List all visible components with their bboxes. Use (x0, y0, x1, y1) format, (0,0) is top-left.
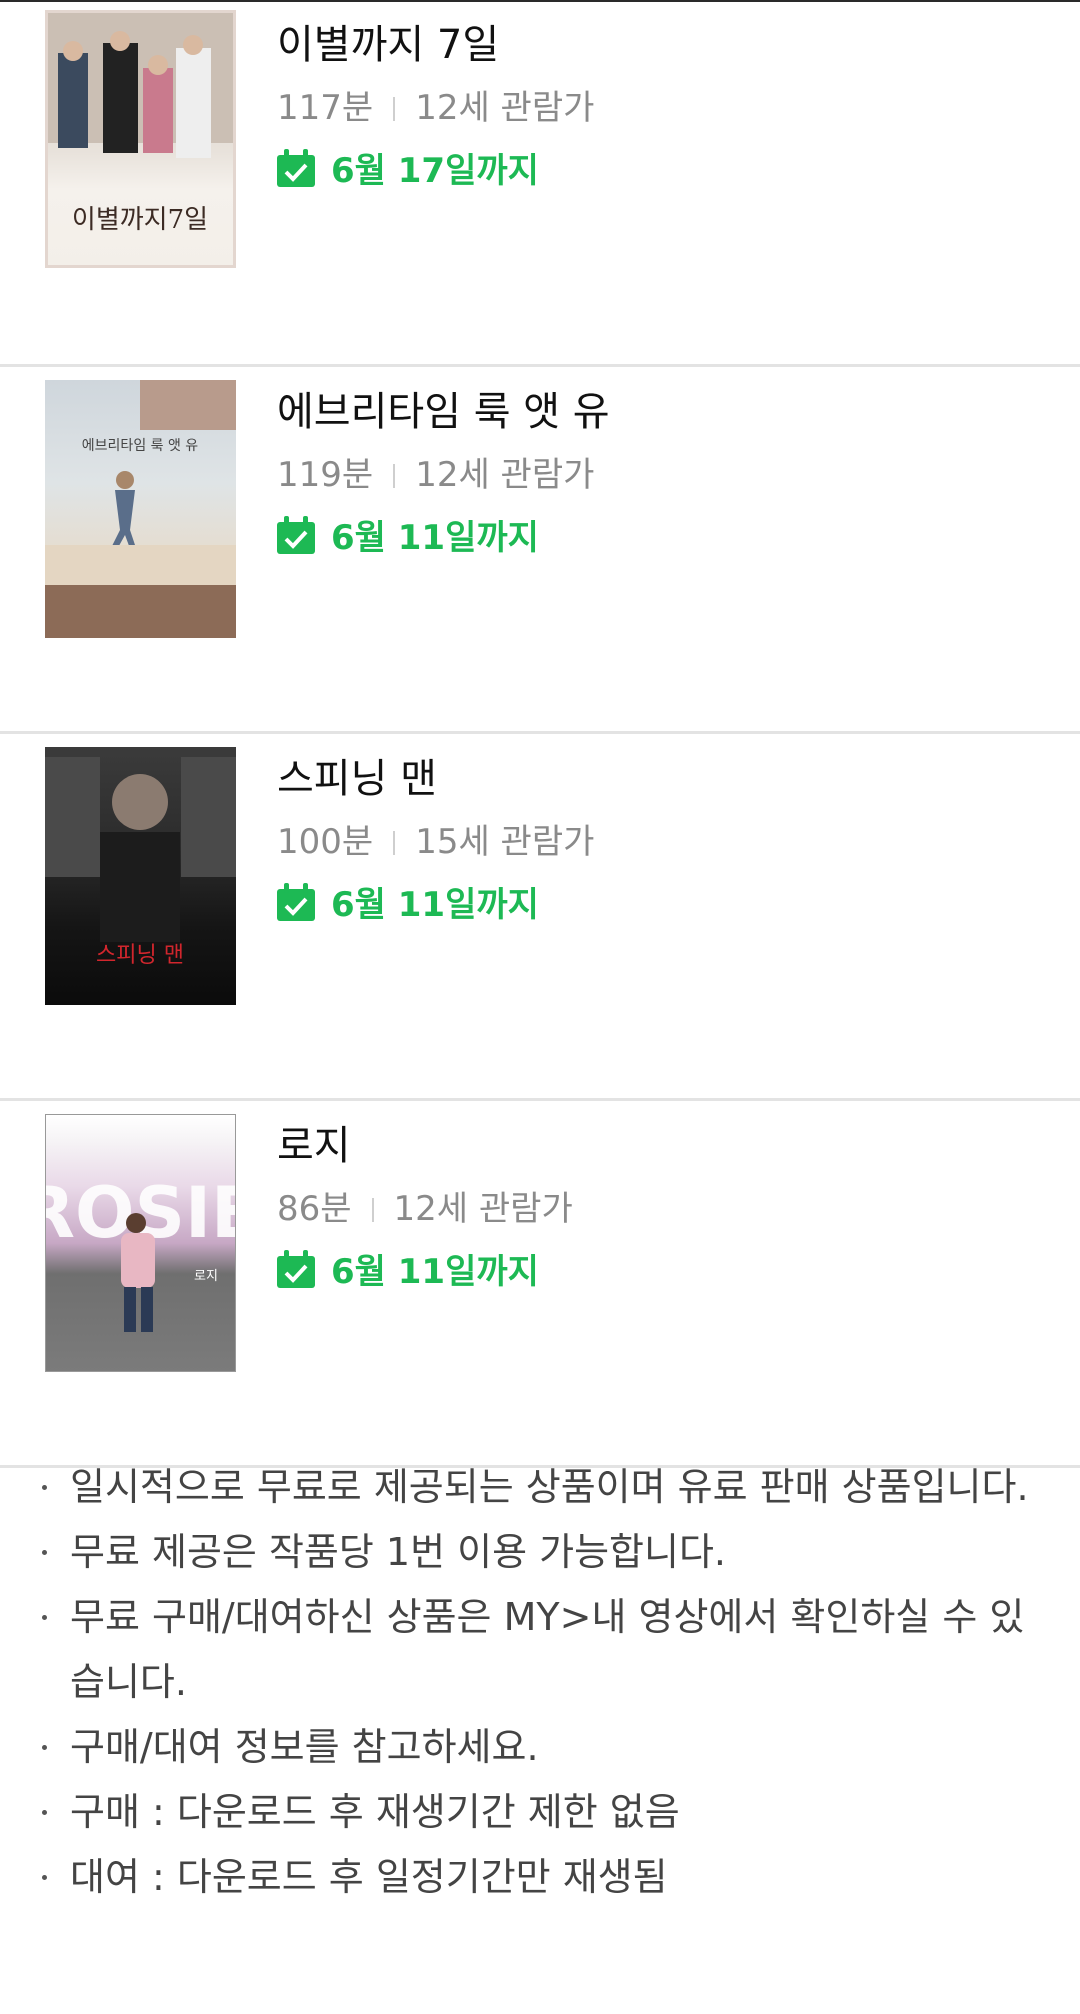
movie-item[interactable]: 이별까지7일 이별까지 7일 117분 12세 관람가 6월 17일까지 (0, 0, 1080, 367)
movie-item[interactable]: ROSIE 로지 로지 86분 12세 관람가 6월 11일까지 (0, 1101, 1080, 1468)
free-until: 6월 11일까지 (275, 877, 539, 926)
poster-image[interactable]: ROSIE 로지 (45, 1114, 236, 1372)
notice-item: 일시적으로 무료로 제공되는 상품이며 유료 판매 상품입니다. (0, 1455, 1080, 1520)
poster-title-text: 에브리타임 룩 앳 유 (82, 438, 199, 454)
notice-item: 구매/대여 정보를 참고하세요. (0, 1715, 1080, 1780)
notice-text: 무료 구매/대여하신 상품은 MY>내 영상에서 확인하실 수 있습니다. (70, 1595, 1025, 1704)
free-until: 6월 17일까지 (275, 143, 539, 192)
runtime: 100분 (277, 822, 374, 862)
notice-list: 일시적으로 무료로 제공되는 상품이며 유료 판매 상품입니다. 무료 제공은 … (0, 1455, 1080, 1910)
poster-image[interactable]: 이별까지7일 (45, 10, 236, 268)
meta-separator (393, 464, 396, 488)
free-until-text: 6월 11일까지 (331, 1252, 539, 1292)
movie-meta: 117분 12세 관람가 (277, 80, 594, 129)
poster-image[interactable]: 스피닝 맨 (45, 747, 236, 1005)
free-until: 6월 11일까지 (275, 1244, 539, 1293)
movie-list: 이별까지7일 이별까지 7일 117분 12세 관람가 6월 17일까지 에브리타… (0, 0, 1080, 1468)
bullet-icon (42, 1485, 47, 1490)
calendar-check-icon (277, 148, 315, 187)
bullet-icon (42, 1615, 47, 1620)
movie-meta: 86분 12세 관람가 (277, 1181, 573, 1230)
movie-title[interactable]: 에브리타임 룩 앳 유 (277, 379, 610, 437)
bullet-icon (42, 1875, 47, 1880)
free-until: 6월 11일까지 (275, 510, 539, 559)
meta-separator (393, 97, 396, 121)
notice-item: 대여 : 다운로드 후 일정기간만 재생됨 (0, 1845, 1080, 1910)
calendar-check-icon (277, 882, 315, 921)
age-rating: 15세 관람가 (415, 822, 595, 862)
runtime: 119분 (277, 455, 374, 495)
notice-text: 대여 : 다운로드 후 일정기간만 재생됨 (70, 1855, 668, 1899)
bullet-icon (42, 1810, 47, 1815)
free-until-text: 6월 11일까지 (331, 518, 539, 558)
poster-title-text: 이별까지7일 (72, 205, 208, 235)
meta-separator (393, 831, 396, 855)
poster-art: 스피닝 맨 (45, 757, 236, 968)
age-rating: 12세 관람가 (415, 88, 595, 128)
calendar-check-icon (277, 1249, 315, 1288)
meta-separator (371, 1198, 374, 1222)
age-rating: 12세 관람가 (415, 455, 595, 495)
poster-image[interactable]: 에브리타임 룩 앳 유 (45, 380, 236, 638)
bullet-icon (42, 1550, 47, 1555)
poster-art: 에브리타임 룩 앳 유 (45, 380, 236, 638)
notice-text: 구매 : 다운로드 후 재생기간 제한 없음 (70, 1790, 680, 1834)
free-until-text: 6월 11일까지 (331, 885, 539, 925)
poster-subtitle-text: 로지 (194, 1269, 218, 1284)
notice-text: 구매/대여 정보를 참고하세요. (70, 1725, 539, 1769)
calendar-check-icon (277, 515, 315, 554)
free-until-text: 6월 17일까지 (331, 151, 539, 191)
notice-text: 일시적으로 무료로 제공되는 상품이며 유료 판매 상품입니다. (70, 1465, 1029, 1509)
age-rating: 12세 관람가 (393, 1189, 573, 1229)
notice-text: 무료 제공은 작품당 1번 이용 가능합니다. (70, 1530, 727, 1574)
movie-item[interactable]: 에브리타임 룩 앳 유 에브리타임 룩 앳 유 119분 12세 관람가 6월 1… (0, 367, 1080, 734)
movie-item[interactable]: 스피닝 맨 스피닝 맨 100분 15세 관람가 6월 11일까지 (0, 734, 1080, 1101)
poster-title-text: 스피닝 맨 (96, 943, 184, 968)
movie-title[interactable]: 이별까지 7일 (277, 12, 499, 70)
notice-item: 구매 : 다운로드 후 재생기간 제한 없음 (0, 1780, 1080, 1845)
movie-title[interactable]: 스피닝 맨 (277, 746, 437, 804)
bullet-icon (42, 1745, 47, 1750)
runtime: 86분 (277, 1189, 352, 1229)
poster-art: 이별까지7일 (48, 13, 233, 235)
runtime: 117분 (277, 88, 374, 128)
movie-title[interactable]: 로지 (277, 1113, 351, 1171)
notice-item: 무료 제공은 작품당 1번 이용 가능합니다. (0, 1520, 1080, 1585)
poster-art: ROSIE 로지 (46, 1172, 235, 1332)
movie-meta: 100분 15세 관람가 (277, 814, 594, 863)
movie-meta: 119분 12세 관람가 (277, 447, 594, 496)
notice-item: 무료 구매/대여하신 상품은 MY>내 영상에서 확인하실 수 있습니다. (0, 1585, 1080, 1715)
